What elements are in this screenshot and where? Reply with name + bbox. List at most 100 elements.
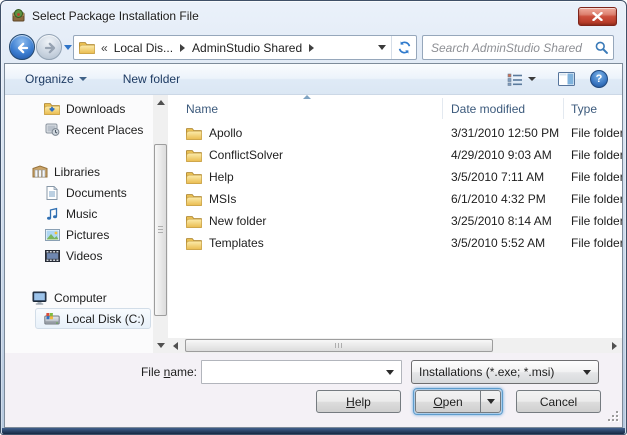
sidebar-scrollbar[interactable] <box>153 95 168 353</box>
folder-icon <box>186 237 202 250</box>
sidebar-item-label: Libraries <box>54 165 100 179</box>
file-name: Templates <box>209 236 264 250</box>
sidebar-item-label: Local Disk (C:) <box>66 312 145 326</box>
file-name-input[interactable] <box>202 365 379 379</box>
file-name: Apollo <box>209 126 242 140</box>
file-date-modified: 3/31/2010 12:50 PM <box>443 126 564 140</box>
column-header-type[interactable]: Type <box>564 98 622 119</box>
current-folder-icon <box>79 41 95 54</box>
chevron-down-icon <box>79 77 87 81</box>
file-row[interactable]: Apollo 3/31/2010 12:50 PM File folder <box>168 122 622 144</box>
scroll-left-button[interactable] <box>168 338 183 353</box>
search-box <box>422 35 614 60</box>
file-date-modified: 3/5/2010 7:11 AM <box>443 170 564 184</box>
close-icon <box>592 12 603 21</box>
libraries-icon <box>31 165 49 178</box>
forward-arrow-icon <box>41 39 59 57</box>
titlebar: Select Package Installation File <box>1 1 626 30</box>
search-input[interactable] <box>423 41 589 55</box>
breadcrumb-segment-adminstudio-shared[interactable]: AdminStudio Shared <box>186 41 308 55</box>
sidebar-item-videos[interactable]: Videos <box>5 245 153 266</box>
address-dropdown-button[interactable] <box>373 36 391 59</box>
breadcrumb-arrow-icon[interactable] <box>180 44 185 52</box>
sidebar-item-label: Recent Places <box>66 123 143 137</box>
help-button[interactable]: Help <box>316 390 401 413</box>
file-type: File folder <box>564 236 622 250</box>
open-options-dropdown-button[interactable] <box>480 390 501 413</box>
sidebar-item-label: Music <box>66 207 97 221</box>
refresh-icon <box>397 40 412 55</box>
resize-grip[interactable] <box>606 409 618 421</box>
command-toolbar: Organize New folder <box>5 64 622 95</box>
file-type-value: Installations (*.exe; *.msi) <box>412 365 576 379</box>
recent-pages-dropdown[interactable] <box>64 45 72 50</box>
new-folder-button[interactable]: New folder <box>116 68 187 90</box>
preview-pane-button[interactable] <box>551 68 582 90</box>
cancel-button[interactable]: Cancel <box>516 390 601 413</box>
refresh-button[interactable] <box>392 36 416 59</box>
breadcrumb-overflow-chevron[interactable]: « <box>101 41 108 55</box>
file-list-horizontal-scrollbar[interactable] <box>168 338 622 353</box>
folder-icon <box>186 149 202 162</box>
file-type: File folder <box>564 192 622 206</box>
file-row[interactable]: Help 3/5/2010 7:11 AM File folder <box>168 166 622 188</box>
scrollbar-thumb[interactable] <box>154 144 167 316</box>
file-dialog-window: Select Package Installation File « Local… <box>0 0 627 435</box>
sidebar-item-label: Documents <box>66 186 127 200</box>
sidebar-item-downloads[interactable]: Downloads <box>5 98 153 119</box>
pictures-icon <box>43 229 61 241</box>
file-list: Name Date modified Type Apollo 3/31/2010… <box>168 95 622 353</box>
sidebar-item-local-disk-c[interactable]: Local Disk (C:) <box>35 308 151 329</box>
file-type-combobox[interactable]: Installations (*.exe; *.msi) <box>411 360 599 384</box>
sidebar-item-recent-places[interactable]: Recent Places <box>5 119 153 140</box>
file-name: Help <box>209 170 234 184</box>
sidebar-item-label: Downloads <box>66 102 125 116</box>
get-help-button[interactable]: ? <box>590 70 608 88</box>
sidebar-item-documents[interactable]: Documents <box>5 182 153 203</box>
file-name-label: File name: <box>5 365 197 379</box>
scrollbar-thumb[interactable] <box>185 339 493 352</box>
breadcrumb-arrow-icon[interactable] <box>309 44 314 52</box>
sidebar-item-pictures[interactable]: Pictures <box>5 224 153 245</box>
file-row[interactable]: New folder 3/25/2010 8:14 AM File folder <box>168 210 622 232</box>
file-name-dropdown-button[interactable] <box>379 361 401 383</box>
dialog-client-area: Organize New folder <box>4 63 623 428</box>
sidebar-item-libraries[interactable]: Libraries <box>5 161 153 182</box>
file-type-dropdown-button[interactable] <box>576 361 598 383</box>
file-type: File folder <box>564 126 622 140</box>
sidebar-item-label: Computer <box>54 291 107 305</box>
open-button[interactable]: Open <box>415 390 480 413</box>
chevron-down-icon <box>528 77 536 81</box>
navigation-pane: Downloads Recent Places <box>5 95 153 353</box>
browse-area: Downloads Recent Places <box>5 95 622 353</box>
videos-icon <box>43 250 61 262</box>
file-row[interactable]: MSIs 6/1/2010 4:32 PM File folder <box>168 188 622 210</box>
sidebar-item-computer[interactable]: Computer <box>5 287 153 308</box>
sidebar-item-music[interactable]: Music <box>5 203 153 224</box>
file-type: File folder <box>564 214 622 228</box>
file-row[interactable]: ConflictSolver 4/29/2010 9:03 AM File fo… <box>168 144 622 166</box>
organize-button[interactable]: Organize <box>18 68 94 90</box>
change-view-button[interactable] <box>500 69 543 90</box>
close-button[interactable] <box>578 7 617 26</box>
breadcrumb-segment-local-disk[interactable]: Local Dis... <box>108 41 179 55</box>
downloads-folder-icon <box>43 102 61 115</box>
search-icon <box>594 40 609 55</box>
file-row[interactable]: Templates 3/5/2010 5:52 AM File folder <box>168 232 622 254</box>
local-disk-icon <box>43 312 61 325</box>
column-header-date-modified[interactable]: Date modified <box>443 98 564 119</box>
file-name-combobox <box>201 360 402 384</box>
scroll-right-button[interactable] <box>607 338 622 353</box>
sidebar-item-label: Pictures <box>66 228 109 242</box>
scroll-up-button[interactable] <box>153 95 168 110</box>
views-icon <box>507 73 523 86</box>
search-button[interactable] <box>589 40 613 55</box>
address-bar[interactable]: « Local Dis... AdminStudio Shared <box>73 35 417 60</box>
file-date-modified: 6/1/2010 4:32 PM <box>443 192 564 206</box>
scroll-down-button[interactable] <box>153 338 168 353</box>
folder-icon <box>186 171 202 184</box>
sidebar-item-label: Videos <box>66 249 102 263</box>
forward-button-disabled[interactable] <box>36 34 62 60</box>
back-button[interactable] <box>9 34 35 60</box>
column-header-name[interactable]: Name <box>168 98 443 119</box>
